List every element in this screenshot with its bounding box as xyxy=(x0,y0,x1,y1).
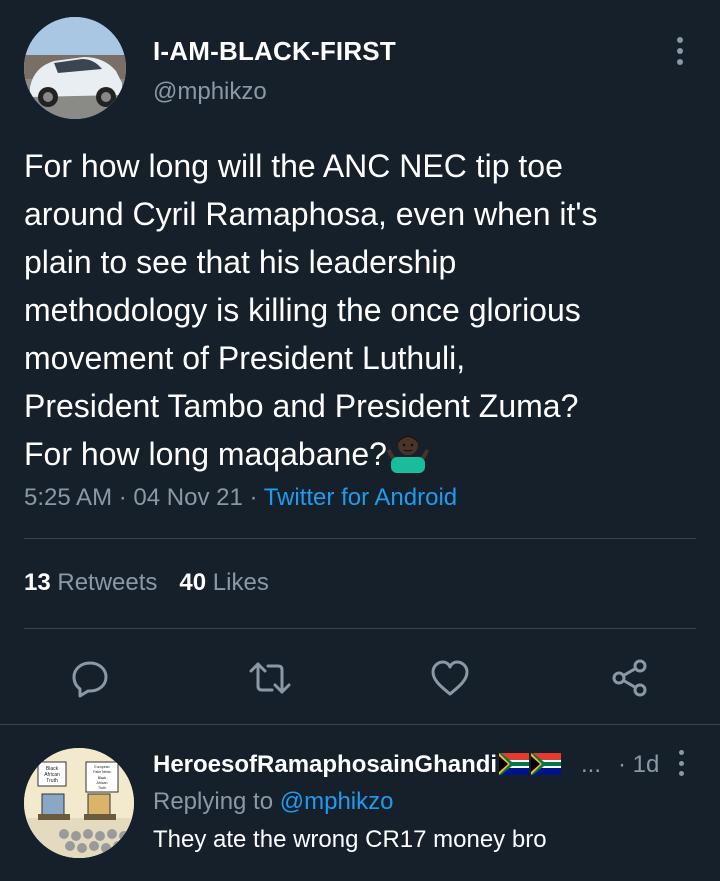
reply-author-avatar[interactable]: Black African Truth European Fake News B… xyxy=(24,748,134,858)
divider xyxy=(0,724,720,725)
author-avatar[interactable] xyxy=(24,17,126,119)
retweet-button[interactable] xyxy=(246,654,294,702)
tweet-stats: 13 Retweets 40 Likes xyxy=(24,569,269,597)
reply-name-ellipsis: ... xyxy=(581,751,602,778)
replying-prefix: Replying to xyxy=(153,788,274,815)
svg-text:Fake News: Fake News xyxy=(93,770,111,774)
svg-text:European: European xyxy=(94,765,109,769)
tweet-detail-page: I-AM-BLACK-FIRST @mphikzo For how long w… xyxy=(0,0,720,881)
retweets-stat[interactable]: 13 Retweets xyxy=(24,569,157,596)
tweet-time: 5:25 AM xyxy=(24,484,113,511)
divider xyxy=(24,628,696,629)
share-icon xyxy=(612,659,647,697)
meta-separator: · xyxy=(249,484,258,511)
svg-text:Truth: Truth xyxy=(98,786,106,790)
author-name[interactable]: I-AM-BLACK-FIRST xyxy=(153,36,396,67)
reply-time[interactable]: · 1d xyxy=(618,751,659,779)
person-shrugging-emoji xyxy=(386,435,429,473)
replying-to: Replying to @mphikzo xyxy=(153,788,393,816)
tweet-meta: 5:25 AM · 04 Nov 21 · Twitter for Androi… xyxy=(24,484,457,512)
reply-icon xyxy=(72,661,108,698)
reply-text: They ate the wrong CR17 money bro xyxy=(153,826,547,853)
like-button[interactable] xyxy=(426,654,474,702)
tweet-text-body: For how long will the ANC NEC tip toe ar… xyxy=(24,148,598,472)
svg-text:African: African xyxy=(97,781,108,785)
author-handle[interactable]: @mphikzo xyxy=(153,78,267,106)
reply-button[interactable] xyxy=(66,654,114,702)
south-africa-flag-icon xyxy=(499,753,530,775)
meta-separator: · xyxy=(118,484,127,511)
south-africa-flag-icon xyxy=(531,753,562,775)
retweet-icon xyxy=(249,662,291,694)
tweet-date: 04 Nov 21 xyxy=(133,484,243,511)
likes-count: 40 xyxy=(179,569,207,596)
tweet-source-link[interactable]: Twitter for Android xyxy=(264,484,457,511)
like-icon xyxy=(431,660,469,696)
replying-handle-link[interactable]: @mphikzo xyxy=(280,788,394,815)
more-options-icon[interactable] xyxy=(666,34,694,68)
tweet-text: For how long will the ANC NEC tip toe ar… xyxy=(24,142,704,478)
svg-text:Truth: Truth xyxy=(46,778,58,784)
reply-author-name[interactable]: HeroesofRamaphosainGhandi xyxy=(153,751,562,779)
reply-author-name-text: HeroesofRamaphosainGhandi xyxy=(153,751,498,778)
likes-stat[interactable]: 40 Likes xyxy=(179,569,268,596)
share-button[interactable] xyxy=(606,654,654,702)
divider xyxy=(24,538,696,539)
reply-more-options-icon[interactable] xyxy=(668,748,694,778)
retweets-count: 13 xyxy=(24,569,51,596)
retweets-label: Retweets xyxy=(57,569,158,596)
likes-label: Likes xyxy=(212,569,269,596)
svg-text:Black: Black xyxy=(98,776,107,780)
